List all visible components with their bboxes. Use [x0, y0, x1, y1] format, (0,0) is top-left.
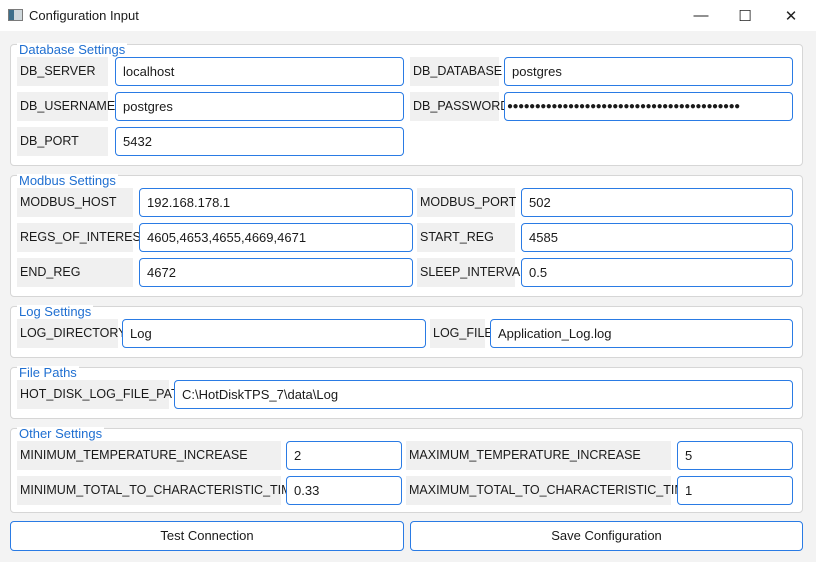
regs-of-interest-label: REGS_OF_INTEREST [17, 223, 149, 252]
db-username-input[interactable]: postgres [115, 92, 404, 121]
window-title: Configuration Input [29, 8, 139, 23]
other-settings-title: Other Settings [17, 426, 105, 441]
db-server-label: DB_SERVER [17, 57, 108, 86]
modbus-host-label: MODBUS_HOST [17, 188, 133, 217]
sleep-interval-label: SLEEP_INTERVAL [417, 258, 527, 287]
min-total-time-input[interactable]: 0.33 [286, 476, 402, 505]
db-password-label: DB_PASSWORD [410, 92, 509, 121]
hot-disk-log-path-input[interactable]: C:\HotDiskTPS_7\data\Log [174, 380, 793, 409]
db-server-input[interactable]: localhost [115, 57, 404, 86]
db-database-label: DB_DATABASE [410, 57, 502, 86]
log-directory-input[interactable]: Log [122, 319, 426, 348]
log-directory-label: LOG_DIRECTORY [17, 319, 127, 348]
max-temp-increase-label: MAXIMUM_TEMPERATURE_INCREASE [406, 441, 671, 470]
db-password-input[interactable]: ●●●●●●●●●●●●●●●●●●●●●●●●●●●●●●●●●●●●●●●●… [504, 92, 793, 121]
log-settings-title: Log Settings [17, 304, 94, 319]
end-reg-label: END_REG [17, 258, 133, 287]
test-connection-button[interactable]: Test Connection [10, 521, 404, 551]
file-paths-title: File Paths [17, 365, 79, 380]
max-temp-increase-input[interactable]: 5 [677, 441, 793, 470]
db-port-input[interactable]: 5432 [115, 127, 404, 156]
minimize-button[interactable]: — [678, 0, 724, 31]
db-username-label: DB_USERNAME [17, 92, 115, 121]
maximize-button[interactable]: ☐ [722, 0, 768, 31]
app-icon [8, 9, 23, 21]
log-file-label: LOG_FILE [430, 319, 493, 348]
sleep-interval-input[interactable]: 0.5 [521, 258, 793, 287]
log-file-input[interactable]: Application_Log.log [490, 319, 793, 348]
modbus-port-input[interactable]: 502 [521, 188, 793, 217]
end-reg-input[interactable]: 4672 [139, 258, 413, 287]
modbus-port-label: MODBUS_PORT [417, 188, 516, 217]
min-temp-increase-label: MINIMUM_TEMPERATURE_INCREASE [17, 441, 281, 470]
regs-of-interest-input[interactable]: 4605,4653,4655,4669,4671 [139, 223, 413, 252]
min-temp-increase-input[interactable]: 2 [286, 441, 402, 470]
title-bar: Configuration Input — ☐ ✕ [0, 0, 816, 31]
close-button[interactable]: ✕ [768, 0, 814, 31]
db-database-input[interactable]: postgres [504, 57, 793, 86]
save-configuration-button[interactable]: Save Configuration [410, 521, 803, 551]
start-reg-input[interactable]: 4585 [521, 223, 793, 252]
min-total-time-label: MINIMUM_TOTAL_TO_CHARACTERISTIC_TIME [17, 476, 300, 505]
database-settings-title: Database Settings [17, 42, 128, 57]
modbus-host-input[interactable]: 192.168.178.1 [139, 188, 413, 217]
max-total-time-label: MAXIMUM_TOTAL_TO_CHARACTERISTIC_TIME [406, 476, 693, 505]
modbus-settings-title: Modbus Settings [17, 173, 118, 188]
start-reg-label: START_REG [417, 223, 515, 252]
max-total-time-input[interactable]: 1 [677, 476, 793, 505]
db-port-label: DB_PORT [17, 127, 108, 156]
hot-disk-log-path-label: HOT_DISK_LOG_FILE_PATH [17, 380, 188, 409]
